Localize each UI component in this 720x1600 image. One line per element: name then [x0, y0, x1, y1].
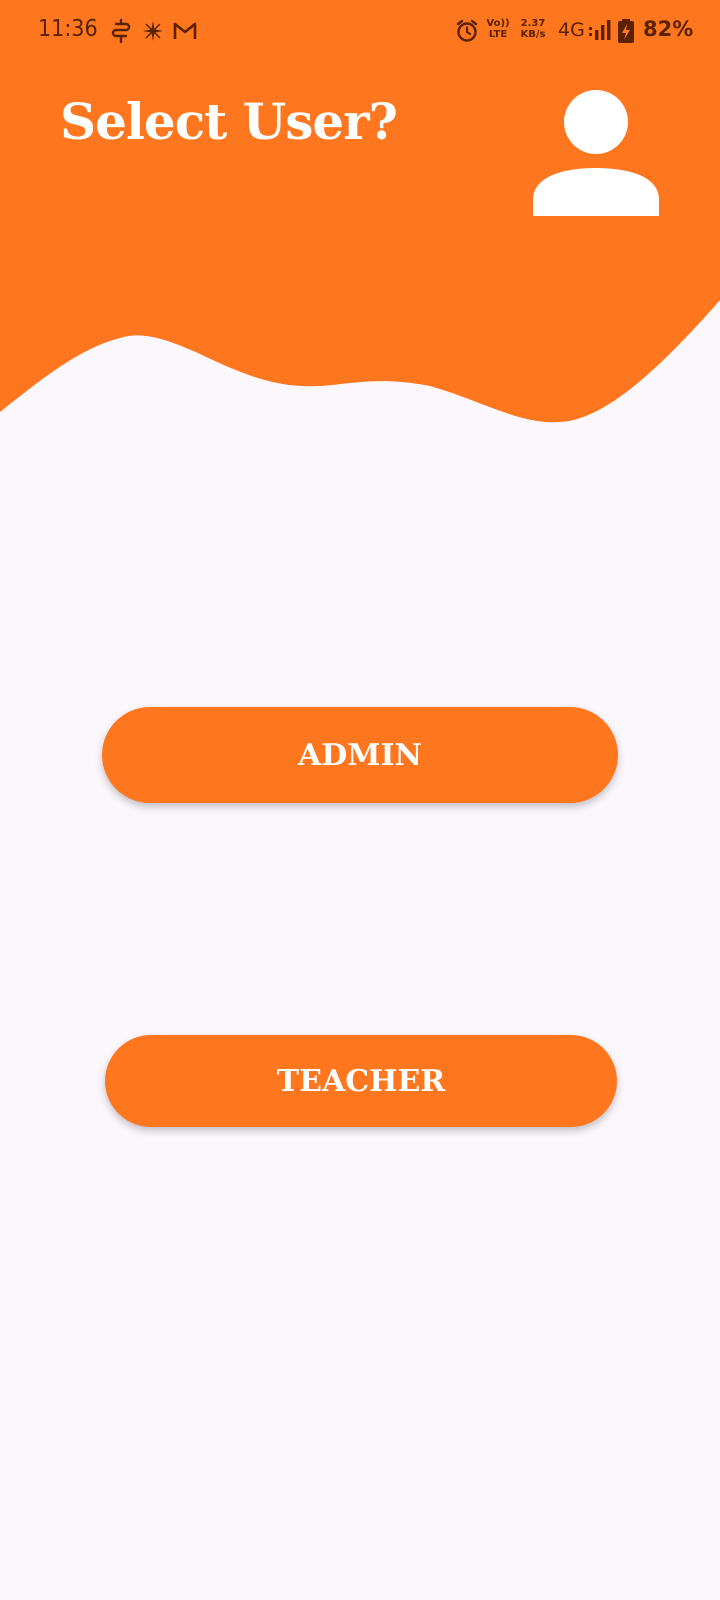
alarm-icon: [456, 19, 478, 42]
status-bar: 11:36 Vo)) LTE 2.37 KB/s 4G 82%: [0, 0, 720, 60]
speed-unit: KB/s: [520, 29, 546, 40]
volte-top: Vo)): [486, 18, 510, 29]
page-title: Select User?: [60, 92, 398, 151]
status-time: 11:36: [38, 16, 98, 42]
teacher-button[interactable]: TEACHER: [105, 1035, 617, 1127]
network-type: 4G: [558, 19, 585, 41]
sync-icon: [111, 18, 131, 44]
signal-icon: [589, 20, 611, 40]
sparkle-icon: [143, 21, 163, 41]
user-icon: [533, 90, 659, 216]
gmail-icon: [173, 22, 197, 39]
admin-button[interactable]: ADMIN: [102, 707, 618, 803]
battery-charging-icon: [618, 19, 634, 43]
volte-bottom: LTE: [488, 29, 508, 40]
battery-percent: 82%: [643, 17, 694, 41]
speed-value: 2.37: [520, 18, 546, 29]
